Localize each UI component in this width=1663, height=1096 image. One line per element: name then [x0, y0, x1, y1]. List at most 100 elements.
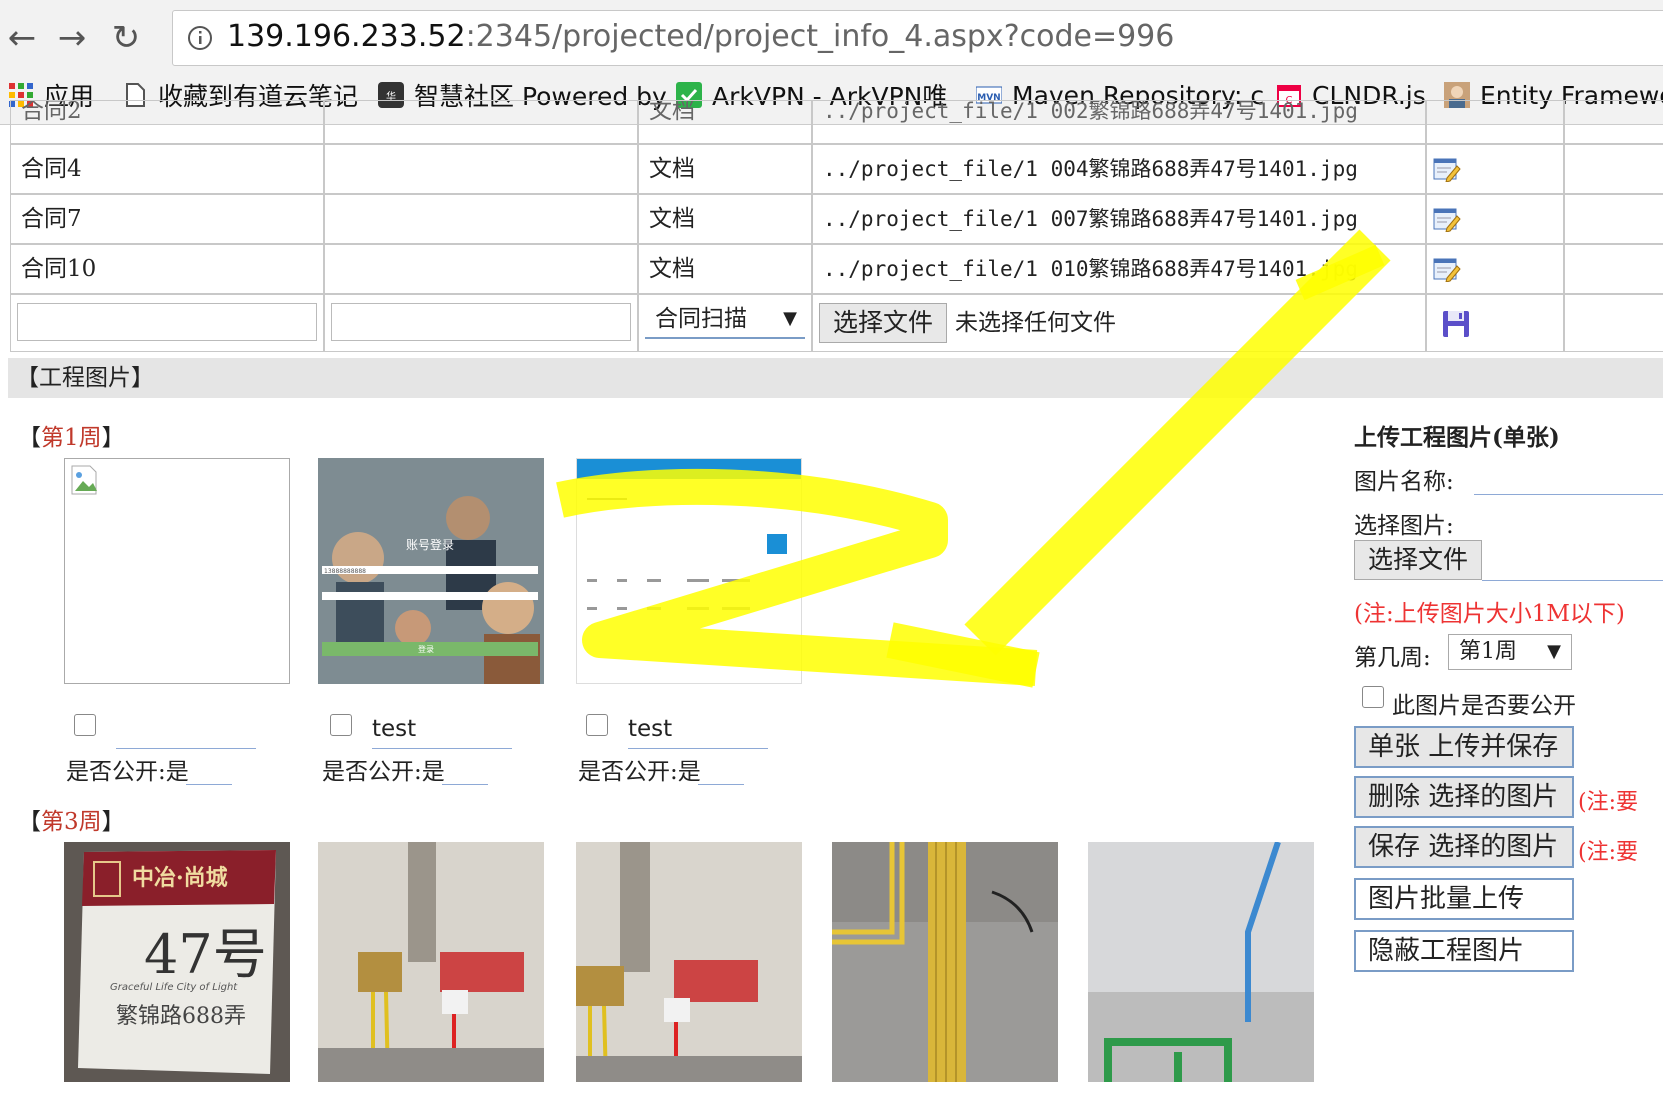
batch-upload-button[interactable]: 图片批量上传: [1354, 878, 1574, 920]
table-cell-extra: [1564, 100, 1663, 144]
table-row-name: 合同4: [10, 144, 324, 194]
upload-size-note: (注:上传图片大小1M以下): [1354, 601, 1625, 627]
floor-conduits-image: [832, 842, 1058, 1082]
table-row-type: 文档: [638, 244, 812, 294]
info-icon[interactable]: [187, 25, 213, 51]
photo-select-label: 选择图片:: [1354, 513, 1454, 539]
table-row-action: [1426, 244, 1564, 294]
table-row-extra: [1564, 194, 1663, 244]
choose-file-button[interactable]: 选择文件: [819, 303, 947, 343]
table-row-path: ../project_file/1 007繁锦路688弄47号1401.jpg: [812, 194, 1426, 244]
table-row-name: 合同10: [10, 244, 324, 294]
dropdown-arrow-icon: ▼: [783, 308, 797, 329]
table-row-note: [324, 244, 638, 294]
table-row-extra: [1564, 244, 1663, 294]
forward-icon[interactable]: →: [52, 18, 92, 58]
new-note-input[interactable]: [331, 303, 631, 341]
table-row-name: 合同7: [10, 194, 324, 244]
photo-name-input[interactable]: test: [372, 714, 512, 749]
table-cell-path: ../project_file/1 002繁锦路688弄47号1401.jpg: [812, 100, 1426, 144]
photo-select-checkbox[interactable]: [586, 714, 608, 736]
week1-label: 【第1周】: [18, 425, 125, 451]
photo-file-underline: [1482, 540, 1663, 581]
address-bar[interactable]: 139.196.233.52:2345/projected/project_in…: [172, 10, 1663, 66]
table-row-type: 文档: [638, 194, 812, 244]
water-pipes-image: [1088, 842, 1314, 1082]
photo-wall-sockets-1[interactable]: [318, 842, 544, 1082]
delete-note: (注:要: [1578, 790, 1638, 815]
sign-subtitle: Graceful Life City of Light: [110, 982, 238, 993]
edit-icon[interactable]: [1433, 256, 1461, 282]
photo-wall-sockets-2[interactable]: [576, 842, 802, 1082]
photo-name-input[interactable]: [1474, 462, 1663, 495]
table-row-note: [324, 194, 638, 244]
photo-app-screenshot[interactable]: [576, 458, 802, 684]
login-button-label: 登录: [418, 645, 434, 654]
photo-select-checkbox[interactable]: [330, 714, 352, 736]
photo-name-label: 图片名称:: [1354, 469, 1454, 495]
url-text[interactable]: 139.196.233.52:2345/projected/project_in…: [227, 19, 1174, 54]
public-checkbox-label: 此图片是否要公开: [1392, 693, 1576, 719]
new-row-note-cell: [324, 294, 638, 352]
new-row-action-cell: [1426, 294, 1564, 352]
back-icon[interactable]: ←: [2, 18, 42, 58]
table-row-action: [1426, 144, 1564, 194]
new-row-type-cell: 合同扫描 ▼: [638, 294, 812, 352]
sign-street: 繁锦路688弄: [116, 1004, 246, 1029]
table-cell-type: 文档: [638, 100, 812, 144]
table-row-path: ../project_file/1 010繁锦路688弄47号1401.jpg: [812, 244, 1426, 294]
photo-address-sign[interactable]: 中冶·尚城 47号 Graceful Life City of Light 繁锦…: [64, 842, 290, 1082]
hidden-works-photos-button[interactable]: 隐蔽工程图片: [1354, 930, 1574, 972]
new-row-extra-cell: [1564, 294, 1663, 352]
public-status: 是否公开:是: [578, 759, 701, 785]
upload-panel-title: 上传工程图片(单张): [1354, 424, 1560, 451]
save-disk-icon[interactable]: [1441, 309, 1471, 339]
wall-sockets-image: [576, 842, 802, 1082]
edit-icon[interactable]: [1433, 156, 1461, 182]
public-status: 是否公开:是: [66, 759, 189, 785]
table-row-type: 文档: [638, 144, 812, 194]
photo-water-pipes[interactable]: [1088, 842, 1314, 1082]
new-row-file-cell: 选择文件 未选择任何文件: [812, 294, 1426, 352]
public-checkbox[interactable]: [1362, 686, 1384, 708]
wall-sockets-image: [318, 842, 544, 1082]
app-screenshot-image: [577, 459, 801, 610]
table-row-extra: [1564, 144, 1663, 194]
public-underline: [698, 754, 744, 785]
edit-icon[interactable]: [1433, 206, 1461, 232]
login-phone: 13888888888: [324, 568, 366, 575]
table-cell-note: [324, 100, 638, 144]
public-underline: [442, 754, 488, 785]
photo-floor-conduits[interactable]: [832, 842, 1058, 1082]
public-underline: [186, 754, 232, 785]
no-file-text: 未选择任何文件: [955, 310, 1116, 336]
table-row-path: ../project_file/1 004繁锦路688弄47号1401.jpg: [812, 144, 1426, 194]
file-type-select[interactable]: 合同扫描 ▼: [645, 301, 805, 339]
dropdown-arrow-icon: ▼: [1547, 641, 1561, 662]
photo-select-checkbox[interactable]: [74, 714, 96, 736]
photo-name-input[interactable]: test: [628, 714, 768, 749]
table-cell-action: [1426, 100, 1564, 144]
new-row-name-cell: [10, 294, 324, 352]
table-row-action: [1426, 194, 1564, 244]
public-status: 是否公开:是: [322, 759, 445, 785]
reload-icon[interactable]: ↻: [106, 18, 146, 58]
week-label: 第几周:: [1354, 645, 1431, 671]
choose-photo-button[interactable]: 选择文件: [1354, 540, 1482, 580]
sign-number: 47号: [144, 923, 267, 986]
photo-name-input[interactable]: [116, 714, 256, 749]
week3-label: 【第3周】: [18, 809, 125, 835]
new-name-input[interactable]: [17, 303, 317, 341]
photos-section-header: 【工程图片】: [8, 358, 1663, 398]
save-note: (注:要: [1578, 840, 1638, 865]
upload-and-save-button[interactable]: 单张 上传并保存: [1354, 726, 1574, 768]
delete-selected-button[interactable]: 删除 选择的图片: [1354, 776, 1574, 818]
table-row-note: [324, 144, 638, 194]
login-title: 账号登录: [406, 538, 455, 552]
week-select[interactable]: 第1周 ▼: [1448, 634, 1572, 670]
photo-broken[interactable]: [64, 458, 290, 684]
save-selected-button[interactable]: 保存 选择的图片: [1354, 826, 1574, 868]
table-cell-name: 合同2: [10, 100, 324, 144]
photo-login-screenshot[interactable]: 账号登录 13888888888 登录: [318, 458, 544, 684]
broken-image-icon: [71, 465, 97, 495]
